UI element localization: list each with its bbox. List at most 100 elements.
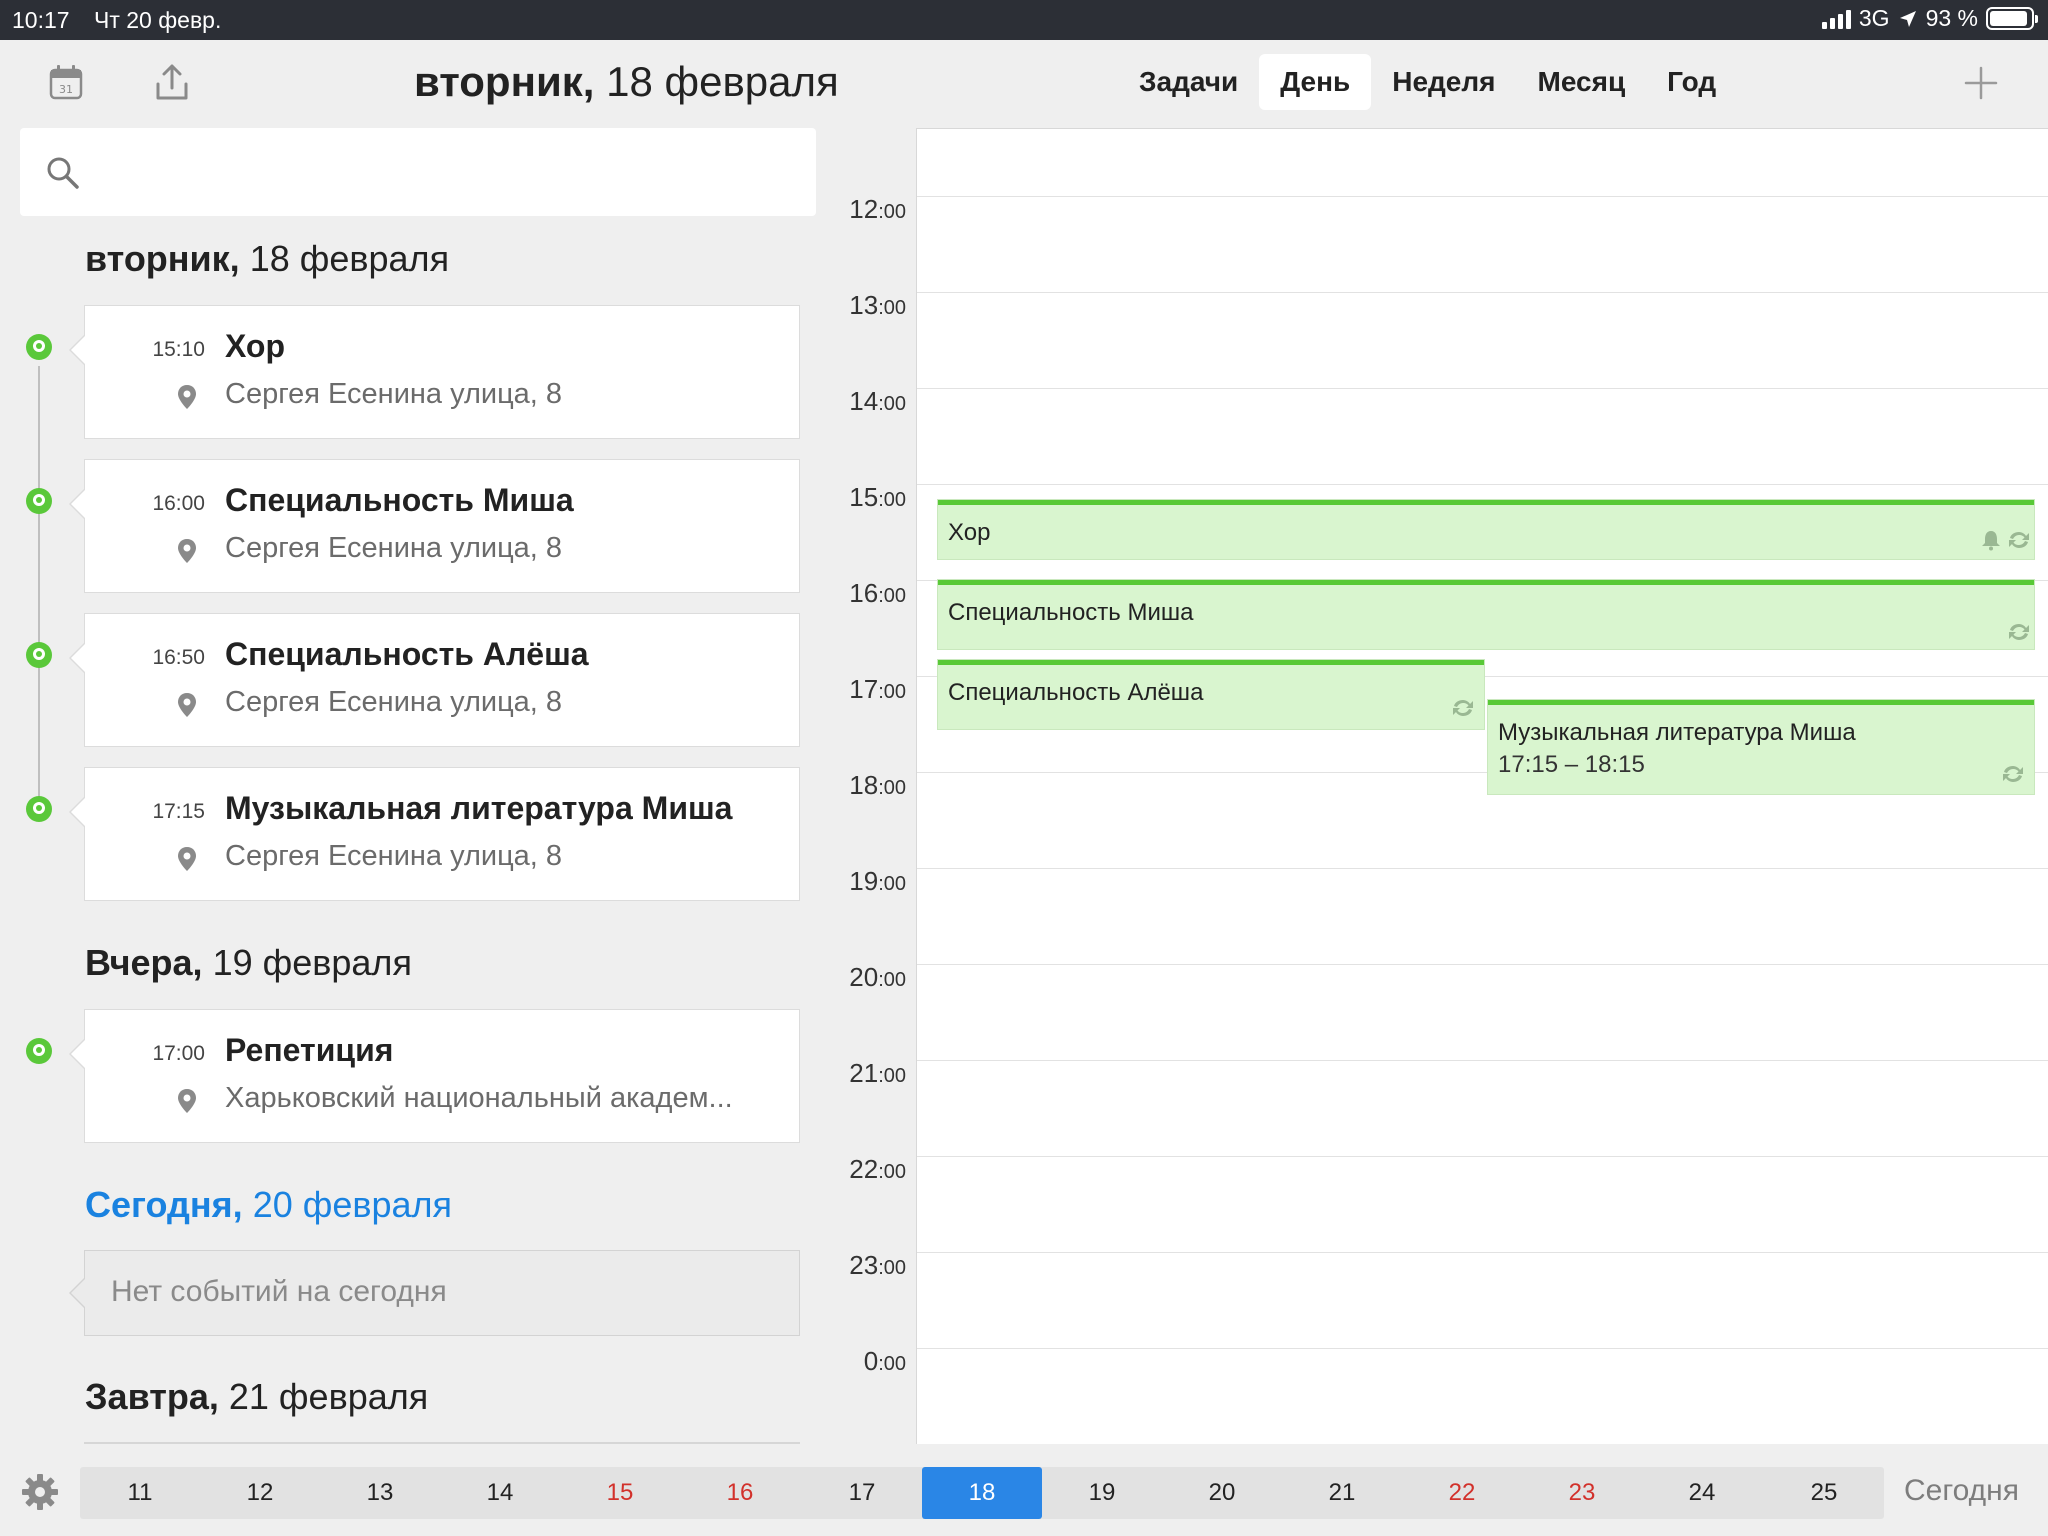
status-date: Чт 20 февр.: [94, 7, 222, 33]
day-event-title: Специальность Алёша: [948, 679, 1204, 706]
gear-icon[interactable]: [20, 1472, 60, 1512]
section-date: 20 февраля: [252, 1184, 453, 1225]
date-strip-day[interactable]: 21: [1282, 1467, 1402, 1519]
date-strip-day-selected[interactable]: 18: [922, 1467, 1042, 1519]
battery-fill: [1990, 11, 2028, 26]
location-icon: [178, 847, 196, 871]
bell-icon: [1982, 531, 2000, 551]
hour-label: 15:00: [849, 482, 906, 512]
no-events-text: Нет событий на сегодня: [111, 1275, 447, 1308]
section-weekday: Завтра,: [85, 1376, 219, 1417]
hour-line: [917, 292, 2048, 293]
repeat-icon: [2009, 532, 2029, 548]
tab-year[interactable]: Год: [1646, 54, 1737, 110]
search-icon: [47, 157, 79, 189]
hour-label: 19:00: [849, 866, 906, 896]
date-strip: 11 12 13 14 15 16 17 18 19 20 21 22 23 2…: [80, 1467, 1884, 1519]
view-tabs: Задачи День Неделя Месяц Год: [1118, 54, 1737, 110]
list-divider: [84, 1442, 800, 1444]
location-arrow-icon: [1899, 10, 1916, 27]
date-strip-day[interactable]: 14: [440, 1467, 560, 1519]
svg-text:31: 31: [59, 83, 73, 96]
location-pin-icon: [26, 1038, 52, 1064]
today-button[interactable]: Сегодня: [1904, 1474, 2019, 1508]
hour-label: 22:00: [849, 1154, 906, 1184]
day-event-title: Специальность Миша: [948, 599, 1194, 626]
timeline-line: [38, 366, 40, 812]
day-event[interactable]: Хор: [938, 500, 2034, 559]
hour-line: [917, 484, 2048, 485]
date-strip-day[interactable]: 16: [680, 1467, 800, 1519]
repeat-icon: [1453, 700, 1473, 716]
event-location: Харьковский национальный академ...: [225, 1082, 733, 1114]
day-grid[interactable]: Хор Специальность Миша Специальность Алё…: [916, 128, 2048, 1444]
date-strip-day[interactable]: 25: [1764, 1467, 1884, 1519]
hour-line: [917, 1252, 2048, 1253]
search-input[interactable]: [20, 128, 816, 216]
hour-label: 12:00: [849, 194, 906, 224]
day-event-time: 17:15 – 18:15: [1498, 751, 1645, 778]
hour-line: [917, 964, 2048, 965]
battery-percent: 93 %: [1925, 5, 1978, 31]
date-strip-day[interactable]: 17: [802, 1467, 922, 1519]
repeat-icon: [2009, 624, 2029, 640]
agenda-event-card[interactable]: 16:50 Специальность Алёша Сергея Есенина…: [69, 613, 800, 747]
hour-line: [917, 388, 2048, 389]
date-strip-day[interactable]: 22: [1402, 1467, 1522, 1519]
location-icon: [178, 385, 196, 409]
title-date: 18 февраля: [606, 58, 839, 105]
day-event[interactable]: Музыкальная литература Миша 17:15 – 18:1…: [1488, 700, 2034, 794]
date-strip-day[interactable]: 11: [80, 1467, 200, 1519]
section-title-today: Сегодня, 20 февраля: [85, 1184, 452, 1226]
event-title: Специальность Миша: [225, 482, 574, 518]
date-strip-day[interactable]: 12: [200, 1467, 320, 1519]
date-strip-day[interactable]: 13: [320, 1467, 440, 1519]
hour-label: 18:00: [849, 770, 906, 800]
date-strip-day[interactable]: 23: [1522, 1467, 1642, 1519]
event-location: Сергея Есенина улица, 8: [225, 840, 563, 872]
event-location: Сергея Есенина улица, 8: [225, 378, 563, 410]
add-event-button[interactable]: [1964, 66, 1998, 100]
page-title: вторник, 18 февраля: [414, 58, 839, 106]
tab-week[interactable]: Неделя: [1371, 54, 1516, 110]
hour-line: [917, 868, 2048, 869]
day-event[interactable]: Специальность Миша: [938, 580, 2034, 649]
battery-icon: [1986, 7, 2038, 30]
location-icon: [178, 539, 196, 563]
hour-label: 17:00: [849, 674, 906, 704]
tab-day[interactable]: День: [1259, 54, 1372, 110]
title-weekday: вторник,: [414, 58, 595, 105]
day-event-title: Музыкальная литература Миша: [1498, 719, 1856, 746]
event-time: 17:00: [152, 1042, 205, 1065]
event-time: 16:00: [152, 492, 205, 515]
repeat-icon: [2003, 766, 2023, 782]
section-date: 21 февраля: [228, 1376, 429, 1417]
section-title: Вчера, 19 февраля: [85, 942, 412, 984]
date-strip-day[interactable]: 24: [1642, 1467, 1762, 1519]
section-weekday: вторник,: [85, 238, 240, 279]
agenda-event-card[interactable]: 16:00 Специальность Миша Сергея Есенина …: [69, 459, 800, 593]
date-strip-day[interactable]: 20: [1162, 1467, 1282, 1519]
calendar-icon[interactable]: 31: [46, 62, 86, 102]
agenda-event-card[interactable]: 15:10 Хор Сергея Есенина улица, 8: [69, 305, 800, 439]
hour-label: 21:00: [849, 1058, 906, 1088]
section-title: вторник, 18 февраля: [85, 238, 449, 280]
event-title: Музыкальная литература Миша: [225, 790, 733, 826]
event-title: Специальность Алёша: [225, 636, 589, 672]
tab-tasks[interactable]: Задачи: [1118, 54, 1259, 110]
no-events-card: Нет событий на сегодня: [69, 1250, 800, 1336]
share-icon[interactable]: [152, 62, 192, 102]
section-date: 19 февраля: [212, 942, 412, 983]
date-strip-day[interactable]: 15: [560, 1467, 680, 1519]
event-location: Сергея Есенина улица, 8: [225, 686, 563, 718]
agenda-event-card[interactable]: 17:00 Репетиция Харьковский национальный…: [69, 1009, 800, 1143]
day-event[interactable]: Специальность Алёша: [938, 660, 1484, 729]
tab-month[interactable]: Месяц: [1517, 54, 1647, 110]
hour-label: 0:00: [863, 1346, 906, 1376]
hour-label: 13:00: [849, 290, 906, 320]
date-strip-day[interactable]: 19: [1042, 1467, 1162, 1519]
hour-label: 16:00: [849, 578, 906, 608]
hour-label: 23:00: [849, 1250, 906, 1280]
signal-icon: [1821, 9, 1851, 29]
agenda-event-card[interactable]: 17:15 Музыкальная литература Миша Сергея…: [69, 767, 800, 901]
